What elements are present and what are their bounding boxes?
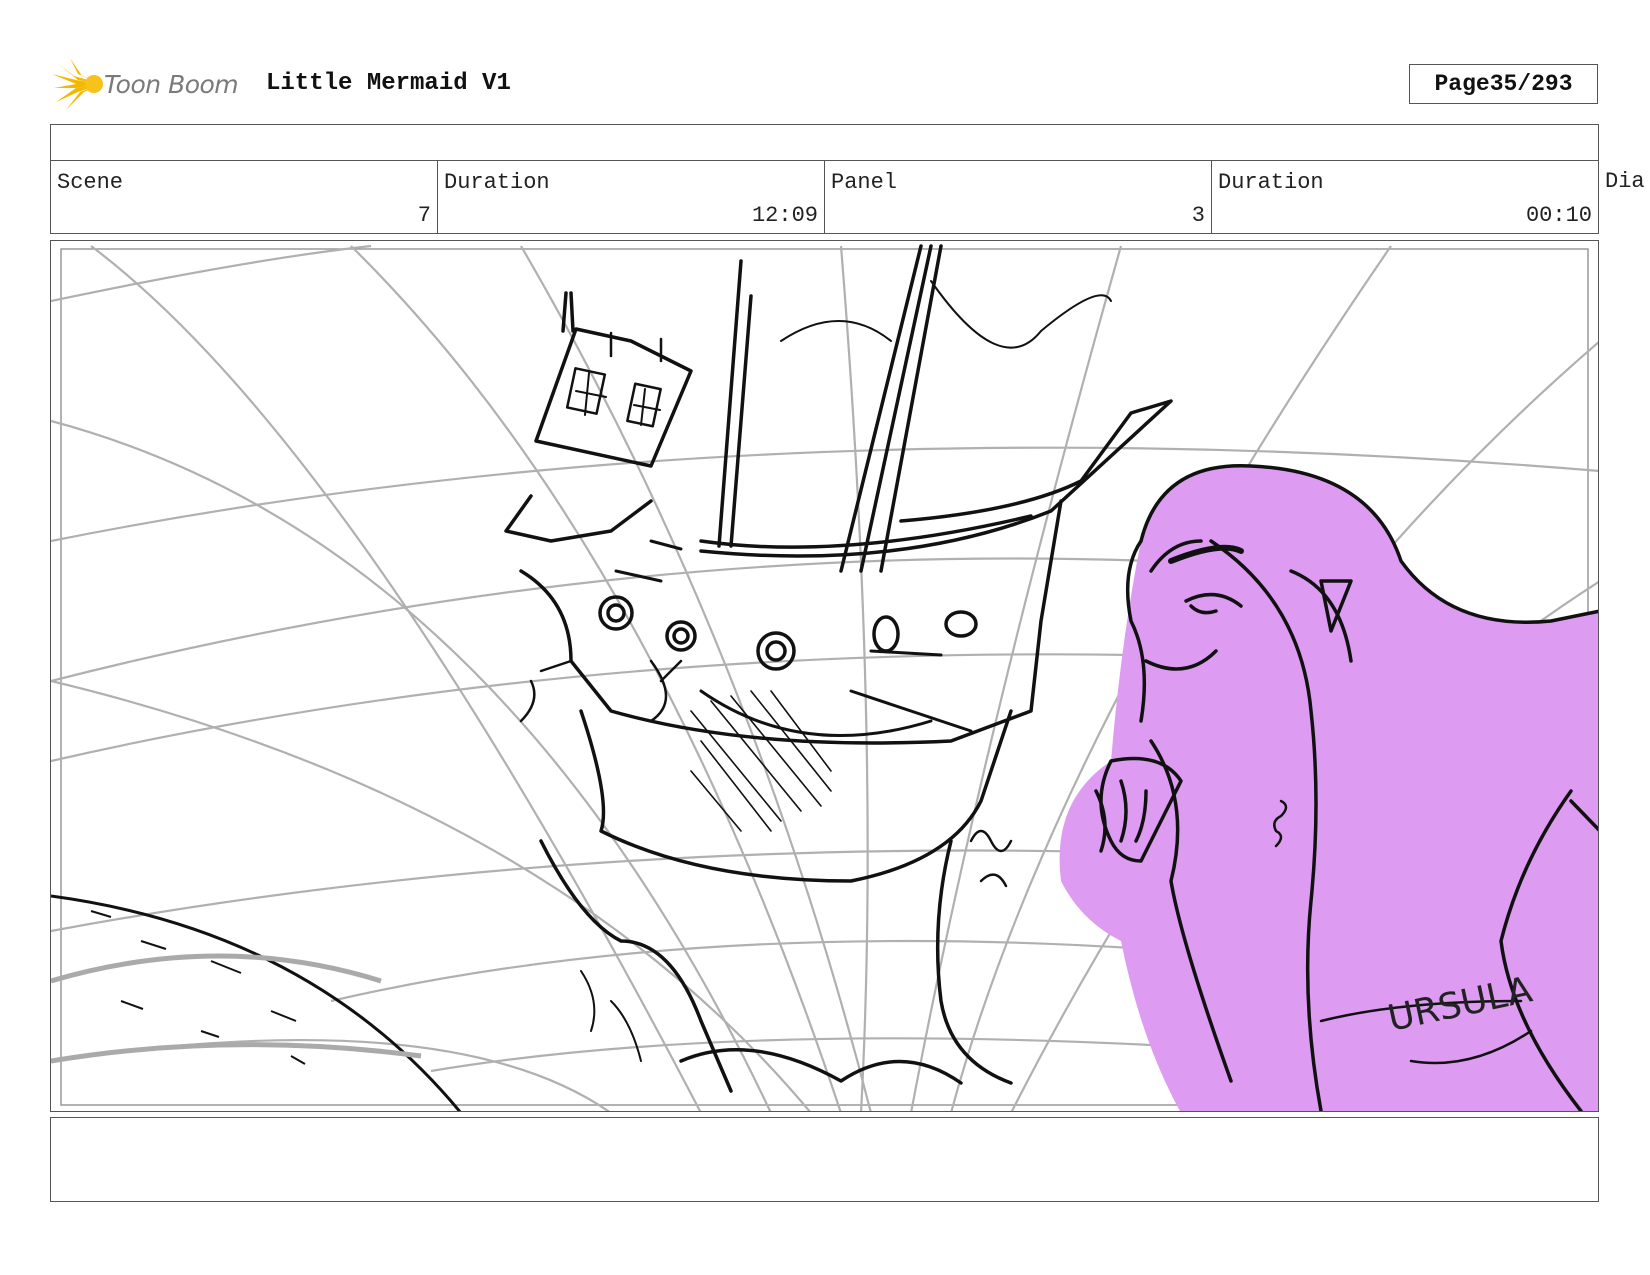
header-blank-row xyxy=(50,124,1599,161)
panel-notes-box xyxy=(50,1117,1599,1202)
page-number: 35/293 xyxy=(1489,71,1573,97)
toon-boom-logo: Toon Boom xyxy=(52,58,239,110)
rock-formation xyxy=(51,894,462,1111)
panel-duration-label: Duration xyxy=(1218,170,1324,195)
starburst-icon xyxy=(52,58,103,110)
panel-duration-value: 00:10 xyxy=(1525,203,1592,228)
panel-sketch: URSULA xyxy=(51,244,1598,1111)
scene-duration-label: Duration xyxy=(444,170,550,195)
panel-value: 3 xyxy=(1191,203,1205,228)
sunken-ship-sketch xyxy=(504,244,1173,1093)
panel-cell: Panel 3 xyxy=(825,161,1212,233)
project-title: Little Mermaid V1 xyxy=(266,70,511,97)
panel-duration-cell: Duration 00:10 xyxy=(1212,161,1598,233)
panel-info-row: Scene 7 Duration 12:09 Panel 3 Duration … xyxy=(50,160,1599,234)
ursula-character: URSULA xyxy=(1059,463,1598,1111)
page-indicator: Page 35/293 xyxy=(1409,64,1598,104)
logo-wordmark: Toon Boom xyxy=(104,69,239,99)
scene-value: 7 xyxy=(417,203,431,228)
storyboard-panel: URSULA xyxy=(50,240,1599,1112)
dialogue-label-truncated: Dia xyxy=(1605,169,1645,194)
scene-duration-cell: Duration 12:09 xyxy=(438,161,825,233)
scene-cell: Scene 7 xyxy=(51,161,438,233)
scene-duration-value: 12:09 xyxy=(751,203,818,228)
scene-label: Scene xyxy=(57,170,124,195)
page-label: Page xyxy=(1434,71,1490,97)
panel-label: Panel xyxy=(831,170,898,195)
